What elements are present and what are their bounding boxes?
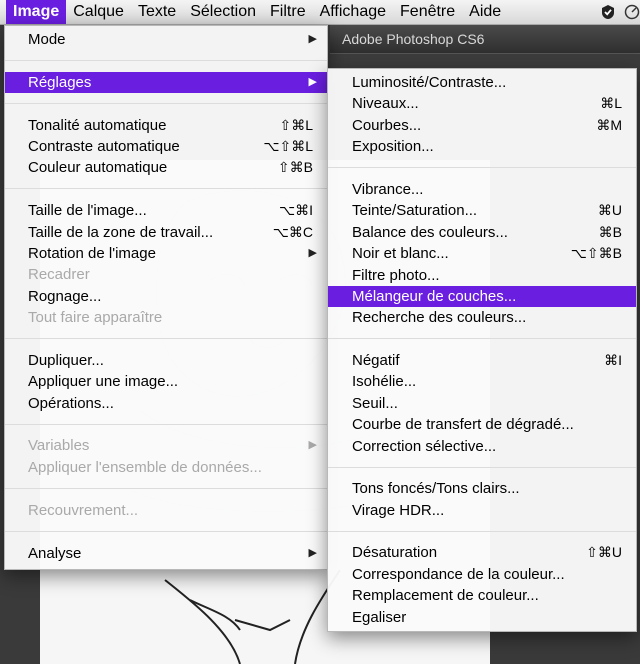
submenu-arrow-icon: ▶ — [308, 247, 317, 259]
menu-selection[interactable]: Sélection — [183, 0, 263, 24]
menu-item-recouvrement: Recouvrement... — [28, 502, 139, 519]
submenu-arrow-icon: ▶ — [308, 547, 317, 559]
submenu-item-virage-hdr[interactable]: Virage HDR... — [328, 500, 636, 521]
status-check-icon[interactable] — [600, 4, 616, 20]
app-title: Adobe Photoshop CS6 — [342, 31, 485, 47]
submenu-item-noir-et-blanc[interactable]: Noir et blanc... ⌥⇧⌘B — [328, 243, 636, 264]
submenu-item-negatif[interactable]: Négatif ⌘I — [328, 350, 636, 371]
submenu-arrow-icon: ▶ — [308, 33, 317, 45]
submenu-arrow-icon: ▶ — [308, 76, 317, 88]
submenu-item-correspondance-couleur[interactable]: Correspondance de la couleur... — [328, 564, 636, 585]
shortcut: ⌘L — [600, 95, 622, 111]
submenu-item-teinte-saturation[interactable]: Teinte/Saturation... ⌘U — [328, 200, 636, 221]
submenu-item-courbe-transfert-degrade[interactable]: Courbe de transfert de dégradé... — [328, 414, 636, 435]
menu-filtre[interactable]: Filtre — [263, 0, 313, 24]
menu-item-operations[interactable]: Opérations... — [5, 393, 327, 414]
menu-item-rognage[interactable]: Rognage... — [5, 286, 327, 307]
separator — [328, 531, 636, 532]
shortcut: ⌘I — [604, 352, 622, 368]
submenu-item-balance-couleurs[interactable]: Balance des couleurs... ⌘B — [328, 222, 636, 243]
menu-item-tout-faire-apparaitre: Tout faire apparaître — [28, 309, 163, 326]
separator — [328, 467, 636, 468]
submenu-item-vibrance[interactable]: Vibrance... — [328, 179, 636, 200]
submenu-item-egaliser[interactable]: Egaliser — [328, 607, 636, 628]
menu-fenetre[interactable]: Fenêtre — [393, 0, 462, 24]
menu-item-taille-image[interactable]: Taille de l'image... ⌥⌘I — [5, 200, 327, 221]
submenu-item-seuil[interactable]: Seuil... — [328, 393, 636, 414]
separator — [5, 338, 327, 339]
submenu-item-correction-selective[interactable]: Correction sélective... — [328, 436, 636, 457]
shortcut: ⇧⌘U — [586, 544, 622, 560]
shortcut: ⇧⌘B — [277, 159, 313, 175]
submenu-item-exposition[interactable]: Exposition... — [328, 136, 636, 157]
menu-item-recadrer: Recadrer — [28, 266, 90, 283]
separator — [5, 60, 327, 61]
menu-item-couleur-automatique[interactable]: Couleur automatique ⇧⌘B — [5, 157, 327, 178]
submenu-item-isohelie[interactable]: Isohélie... — [328, 371, 636, 392]
submenu-item-courbes[interactable]: Courbes... ⌘M — [328, 115, 636, 136]
separator — [328, 167, 636, 168]
submenu-item-filtre-photo[interactable]: Filtre photo... — [328, 265, 636, 286]
menu-item-tonalite-automatique[interactable]: Tonalité automatique ⇧⌘L — [5, 115, 327, 136]
submenu-item-tons-fonces-clairs[interactable]: Tons foncés/Tons clairs... — [328, 478, 636, 499]
submenu-item-remplacement-couleur[interactable]: Remplacement de couleur... — [328, 585, 636, 606]
reglages-submenu: Luminosité/Contraste... Niveaux... ⌘L Co… — [327, 68, 637, 632]
shortcut: ⌥⌘C — [272, 224, 313, 240]
shortcut: ⇧⌘L — [279, 117, 313, 133]
separator — [5, 531, 327, 532]
menu-bar: Image Calque Texte Sélection Filtre Affi… — [0, 0, 640, 25]
submenu-item-niveaux[interactable]: Niveaux... ⌘L — [328, 93, 636, 114]
shortcut: ⌘U — [597, 202, 622, 218]
menu-item-reglages[interactable]: Réglages ▶ — [5, 72, 327, 93]
menu-item-appliquer-ensemble-donnees: Appliquer l'ensemble de données... — [28, 459, 262, 476]
status-gauge-icon[interactable] — [624, 4, 640, 20]
image-menu: Mode ▶ Réglages ▶ Tonalité automatique ⇧… — [4, 25, 328, 570]
menu-item-variables: Variables ▶ — [28, 437, 317, 454]
photoshop-title-bar: Adobe Photoshop CS6 — [330, 25, 640, 53]
menu-item-rotation-image[interactable]: Rotation de l'image ▶ — [5, 243, 327, 264]
separator — [5, 103, 327, 104]
submenu-arrow-icon: ▶ — [308, 439, 317, 451]
separator — [328, 338, 636, 339]
menu-texte[interactable]: Texte — [131, 0, 183, 24]
menu-item-taille-zone-travail[interactable]: Taille de la zone de travail... ⌥⌘C — [5, 222, 327, 243]
separator — [5, 488, 327, 489]
shortcut: ⌘B — [598, 224, 622, 240]
menu-item-appliquer-image[interactable]: Appliquer une image... — [5, 371, 327, 392]
menu-calque[interactable]: Calque — [66, 0, 131, 24]
separator — [5, 188, 327, 189]
submenu-item-recherche-couleurs[interactable]: Recherche des couleurs... — [328, 307, 636, 328]
menu-image[interactable]: Image — [6, 0, 67, 24]
submenu-item-melangeur-couches[interactable]: Mélangeur de couches... — [328, 286, 636, 307]
submenu-item-luminosite-contraste[interactable]: Luminosité/Contraste... — [328, 72, 636, 93]
menu-item-mode[interactable]: Mode ▶ — [5, 29, 327, 50]
menu-item-analyse[interactable]: Analyse ▶ — [5, 543, 327, 564]
separator — [5, 424, 327, 425]
shortcut: ⌥⇧⌘B — [570, 245, 622, 261]
shortcut: ⌘M — [596, 117, 622, 133]
submenu-item-desaturation[interactable]: Désaturation ⇧⌘U — [328, 542, 636, 563]
shortcut: ⌥⌘I — [278, 202, 313, 218]
menu-aide[interactable]: Aide — [462, 0, 508, 24]
menu-item-dupliquer[interactable]: Dupliquer... — [5, 350, 327, 371]
shortcut: ⌥⇧⌘L — [263, 138, 313, 154]
menu-item-contraste-automatique[interactable]: Contraste automatique ⌥⇧⌘L — [5, 136, 327, 157]
menu-affichage[interactable]: Affichage — [313, 0, 393, 24]
